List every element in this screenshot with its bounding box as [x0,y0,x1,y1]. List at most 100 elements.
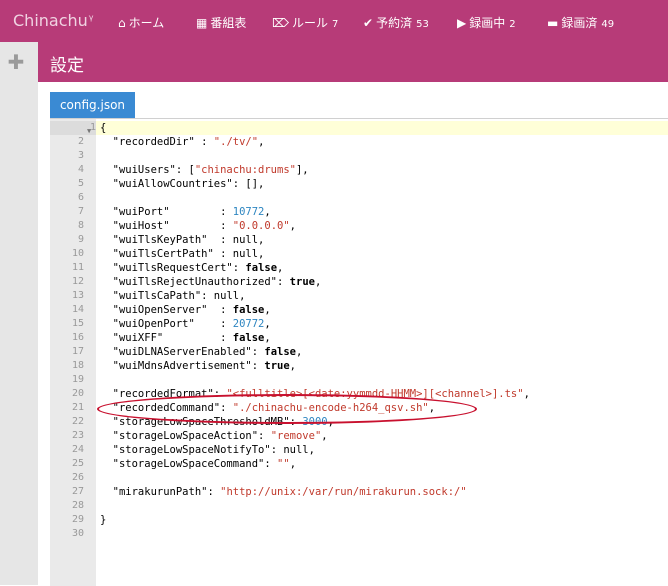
code-line[interactable]: "storageLowSpaceNotifyTo": null, [96,443,668,457]
code-line[interactable]: "wuiTlsCertPath" : null, [96,247,668,261]
line-number: 27 [71,486,84,497]
brand-name: Chinachu [13,11,88,30]
code-line[interactable]: "storageLowSpaceCommand": "", [96,457,668,471]
code-token: , [264,304,271,316]
code-line[interactable]: "storageLowSpaceAction": "remove", [96,429,668,443]
nav-label: ホーム [128,16,165,30]
code-line[interactable]: "wuiDLNAServerEnabled": false, [96,345,668,359]
line-number: 5 [77,178,84,189]
nav-label: ルール [291,16,328,30]
add-icon[interactable]: ✚ [6,52,26,72]
code-line[interactable]: "wuiUsers": ["chinachu:drums"], [96,163,668,177]
nav-item-1[interactable]: ▦ 番組表 [196,14,246,31]
code-line[interactable]: "wuiTlsRejectUnauthorized": true, [96,275,668,289]
line-number: 7 [77,206,84,217]
code-token: true [289,276,315,288]
code-line[interactable] [96,373,668,387]
code-token: "wuiMdnsAdvertisement" [100,360,252,372]
code-line[interactable]: "recordedDir" : "./tv/", [96,135,668,149]
line-number: 2 [77,136,84,147]
code-token: "wuiTlsRejectUnauthorized" [100,276,278,288]
code-line[interactable]: "wuiOpenPort" : 20772, [96,317,668,331]
nav-item-0[interactable]: ⌂ ホーム [118,14,164,31]
code-token: "wuiAllowCountries" [100,178,233,190]
code-token: : null, [270,444,315,456]
line-number: 23 [71,430,84,441]
code-token: , [295,346,303,358]
nav-item-3[interactable]: ✔ 予約済 53 [363,14,429,31]
calendar-icon: ▦ [196,16,208,30]
line-number: 26 [71,472,84,483]
code-token: "wuiTlsCaPath" [100,290,202,302]
code-line[interactable]: "wuiMdnsAdvertisement": true, [96,359,668,373]
code-token: true [264,360,290,372]
line-number: 29 [71,514,84,525]
nav-item-4[interactable]: ▶ 録画中 2 [457,14,516,31]
code-token: : null, [201,290,246,302]
code-token: "recordedDir" [100,136,195,148]
line-number: 22 [71,416,84,427]
code-token: : [194,136,214,148]
page-header: 設定 [38,42,668,82]
code-token: "wuiTlsKeyPath" [100,234,208,246]
code-token: : [207,304,233,316]
home-icon: ⌂ [118,16,126,30]
code-token: } [100,514,107,526]
code-token: "storageLowSpaceCommand" [100,458,265,470]
nav-item-5[interactable]: ▬ 録画済 49 [547,14,614,31]
line-number: 4 [77,164,84,175]
code-token: : [163,332,233,344]
code-line[interactable]: "wuiHost" : "0.0.0.0", [96,219,668,233]
code-line[interactable] [96,149,668,163]
line-number: 14 [71,304,84,315]
code-editor[interactable]: 1 ▼ 2 3 4 5 6 7 8 9 10 11 12 13 14 15 16 17 18 19 20 21 22 23 24… [50,118,668,586]
code-token: , [264,206,271,218]
code-token: , [289,360,296,372]
code-line[interactable]: "wuiPort" : 10772, [96,205,668,219]
nav-item-2[interactable]: ⌦ ルール 7 [272,14,338,31]
line-number: 11 [71,262,84,273]
code-token: "" [277,458,290,470]
code-token: , [264,332,271,344]
code-token: : [258,430,271,442]
code-line[interactable] [96,499,668,513]
code-line[interactable]: "wuiXFF" : false, [96,331,668,345]
code-line[interactable]: "wuiOpenServer" : false, [96,303,668,317]
code-line[interactable] [96,471,668,485]
fold-arrow-icon[interactable]: ▼ [87,124,91,138]
code-line[interactable] [96,527,668,541]
line-number: 24 [71,444,84,455]
code-token: 10772 [232,206,265,218]
nav-label: 予約済 [376,16,413,30]
code-token: "wuiXFF" [100,332,164,344]
nav-label: 録画中 [469,16,506,30]
code-token: "mirakurunPath" [100,486,208,498]
brand-logo[interactable]: Chinachuγ [13,11,94,30]
code-token: "wuiPort" [100,206,170,218]
code-token: , [321,430,328,442]
code-token: , [523,388,530,400]
tab-config-json[interactable]: config.json [50,92,135,118]
code-line[interactable]: "mirakurunPath": "http://unix:/var/run/m… [96,485,668,499]
video-camera-icon: ▶ [457,16,467,30]
code-line[interactable]: "wuiTlsCaPath": null, [96,289,668,303]
code-line[interactable]: } [96,513,668,527]
code-line[interactable]: "wuiAllowCountries": [], [96,177,668,191]
code-token: , [258,136,265,148]
code-token: : [251,346,265,358]
line-number: 9 [77,234,84,245]
code-line[interactable]: "wuiTlsRequestCert": false, [96,261,668,275]
code-token: : [169,220,233,232]
code-token: "./tv/" [213,136,259,148]
code-token: "http://unix:/var/run/mirakurun.sock:/" [220,486,467,498]
nav-label: 録画済 [561,16,598,30]
line-number: 1 ▼ [50,121,96,135]
annotation-ellipse [97,394,477,424]
code-line[interactable]: "wuiTlsKeyPath" : null, [96,233,668,247]
code-token: : [], [232,178,265,190]
line-number: 15 [71,318,84,329]
code-line[interactable] [96,191,668,205]
nav-count-badge: 2 [509,19,516,30]
code-token: : [277,276,290,288]
code-line[interactable]: { [96,121,668,135]
